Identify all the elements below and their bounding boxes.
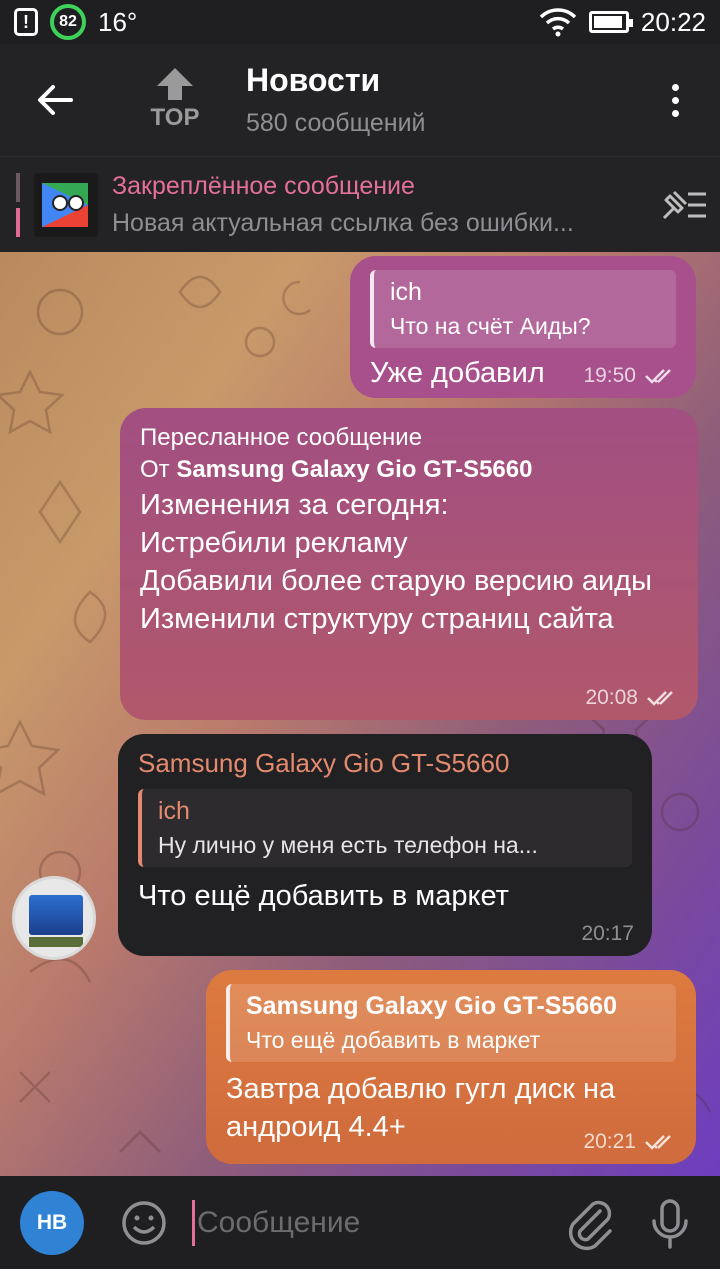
double-check-icon: [645, 369, 671, 384]
reply-author: Samsung Galaxy Gio GT-S5660: [246, 992, 617, 1020]
message-meta: 20:08: [585, 686, 680, 710]
message-count: 580 сообщений: [246, 109, 426, 137]
forward-author: Samsung Galaxy Gio GT-S5660: [176, 456, 533, 483]
message-time: 20:21: [583, 1130, 636, 1153]
message-input-bar: НВ Сообщение: [0, 1176, 720, 1269]
clock: 20:22: [640, 6, 706, 37]
message-bubble-outgoing[interactable]: ich Что на счёт Аиды? Уже добавил 19:50: [350, 256, 696, 398]
more-menu-button[interactable]: [630, 44, 720, 156]
mic-icon[interactable]: [642, 1195, 698, 1251]
reply-preview[interactable]: ich Что на счёт Аиды?: [370, 270, 676, 348]
message-meta: 20:21: [583, 1130, 678, 1154]
message-text: Что ещё добавить в маркет: [138, 880, 509, 912]
chat-area[interactable]: ich Что на счёт Аиды? Уже добавил 19:50 …: [0, 252, 720, 1176]
emoji-icon[interactable]: [120, 1199, 168, 1247]
channel-logo[interactable]: TOP: [140, 60, 210, 140]
forward-prefix: От: [140, 456, 177, 483]
message-input[interactable]: Сообщение: [192, 1193, 562, 1253]
pinned-text: Новая актуальная ссылка без ошибки...: [112, 208, 574, 237]
message-meta: 20:17: [581, 922, 634, 946]
reply-author: ich: [390, 278, 422, 306]
pinned-thumbnail: [34, 172, 98, 237]
message-placeholder: Сообщение: [197, 1205, 361, 1239]
reply-preview[interactable]: Samsung Galaxy Gio GT-S5660 Что ещё доба…: [226, 984, 676, 1062]
text-caret: [192, 1199, 195, 1246]
chat-header: TOP Новости 580 сообщений: [0, 44, 720, 156]
battery-icon: [588, 11, 633, 33]
unpin-list-icon: [662, 190, 706, 219]
pinned-indicator: [16, 172, 20, 237]
forward-source[interactable]: От Samsung Galaxy Gio GT-S5660: [140, 454, 678, 486]
message-time: 20:08: [585, 686, 638, 709]
warning-icon: !: [14, 8, 38, 36]
message-bubble-incoming[interactable]: Samsung Galaxy Gio GT-S5660 ich Ну лично…: [118, 734, 652, 956]
double-check-icon: [645, 1135, 671, 1150]
channel-logo-text: TOP: [150, 104, 200, 131]
message-line: Добавили более старую версию аиды: [140, 565, 652, 597]
notification-circle-icon: 82: [50, 4, 86, 40]
channel-info[interactable]: Новости 580 сообщений: [246, 62, 426, 138]
send-as-avatar[interactable]: НВ: [20, 1190, 84, 1255]
message-time: 19:50: [583, 364, 636, 387]
forward-label: Пересланное сообщение: [140, 424, 423, 451]
message-line: Истребили рекламу: [140, 527, 408, 559]
reply-text: Что ещё добавить в маркет: [246, 1027, 541, 1053]
message-time: 20:17: [581, 922, 634, 945]
attach-icon[interactable]: [562, 1195, 618, 1251]
message-meta: 19:50: [583, 364, 678, 388]
temperature-label: 16°: [98, 6, 138, 37]
unpin-button[interactable]: [650, 188, 720, 222]
sender-name[interactable]: Samsung Galaxy Gio GT-S5660: [138, 748, 632, 779]
wifi-icon: [539, 8, 577, 37]
message-line: Изменили структуру страниц сайта: [140, 603, 614, 635]
reply-author: ich: [158, 797, 190, 825]
channel-title: Новости: [246, 62, 381, 98]
reply-text: Что на счёт Аиды?: [390, 313, 591, 339]
status-bar: ! 82 16° 20:22: [0, 0, 720, 44]
reply-text: Ну лично у меня есть телефон на...: [158, 832, 538, 858]
reply-preview[interactable]: ich Ну лично у меня есть телефон на...: [138, 789, 632, 867]
pinned-title: Закреплённое сообщение: [112, 171, 415, 200]
double-check-icon: [647, 691, 673, 706]
message-bubble-forwarded[interactable]: Пересланное сообщение От Samsung Galaxy …: [120, 408, 698, 720]
message-line: Изменения за сегодня:: [140, 489, 449, 521]
message-bubble-outgoing[interactable]: Samsung Galaxy Gio GT-S5660 Что ещё доба…: [206, 970, 696, 1164]
avatar[interactable]: [12, 876, 96, 960]
pinned-message-bar[interactable]: Закреплённое сообщение Новая актуальная …: [0, 156, 720, 252]
arrow-left-icon: [38, 85, 73, 115]
back-button[interactable]: [0, 44, 110, 156]
